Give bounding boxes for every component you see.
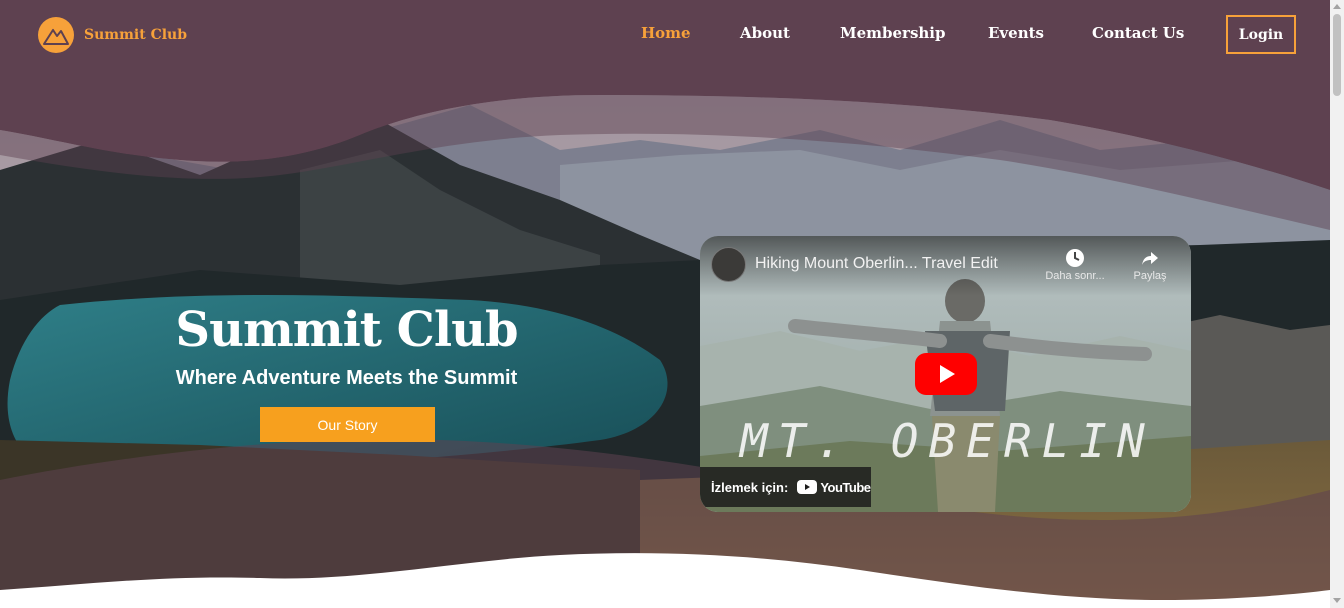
play-icon[interactable]	[915, 353, 977, 395]
mountain-icon	[38, 17, 74, 53]
share-icon	[1115, 248, 1185, 270]
scroll-down-icon[interactable]	[1333, 598, 1341, 603]
page-scrollbar[interactable]	[1330, 0, 1344, 608]
youtube-logo: YouTube	[797, 479, 871, 495]
hero-title: Summit Club	[175, 302, 518, 358]
watch-on-youtube[interactable]: İzlemek için: YouTube	[700, 467, 871, 507]
scroll-up-icon[interactable]	[1333, 4, 1341, 9]
brand-name: Summit Club	[84, 27, 188, 43]
youtube-embed[interactable]: MT. OBERLIN Hiking Mount Oberlin... Trav…	[700, 236, 1191, 512]
channel-avatar[interactable]	[711, 247, 746, 282]
watch-later-button[interactable]: Daha sonr...	[1040, 248, 1110, 282]
watch-later-label: Daha sonr...	[1045, 270, 1105, 282]
login-button[interactable]: Login	[1226, 15, 1296, 54]
nav-contact-us[interactable]: Contact Us	[1092, 24, 1184, 42]
top-navbar: Summit Club Home About Membership Events…	[0, 0, 1330, 72]
nav-membership[interactable]: Membership	[840, 24, 946, 42]
clock-icon	[1040, 248, 1110, 270]
nav-home[interactable]: Home	[641, 24, 691, 42]
hero-subtitle: Where Adventure Meets the Summit	[175, 367, 518, 389]
scroll-thumb[interactable]	[1333, 14, 1341, 96]
video-overlay-text: MT. OBERLIN	[740, 414, 1155, 468]
video-title[interactable]: Hiking Mount Oberlin... Travel Edit	[755, 255, 998, 273]
nav-about[interactable]: About	[740, 24, 790, 42]
youtube-wordmark: YouTube	[820, 479, 871, 495]
share-label: Paylaş	[1133, 270, 1167, 282]
watch-on-label: İzlemek için:	[711, 479, 789, 495]
brand[interactable]: Summit Club	[38, 17, 187, 53]
our-story-button[interactable]: Our Story	[260, 407, 435, 442]
share-button[interactable]: Paylaş	[1115, 248, 1185, 282]
youtube-icon	[797, 480, 818, 494]
nav-events[interactable]: Events	[988, 24, 1044, 42]
